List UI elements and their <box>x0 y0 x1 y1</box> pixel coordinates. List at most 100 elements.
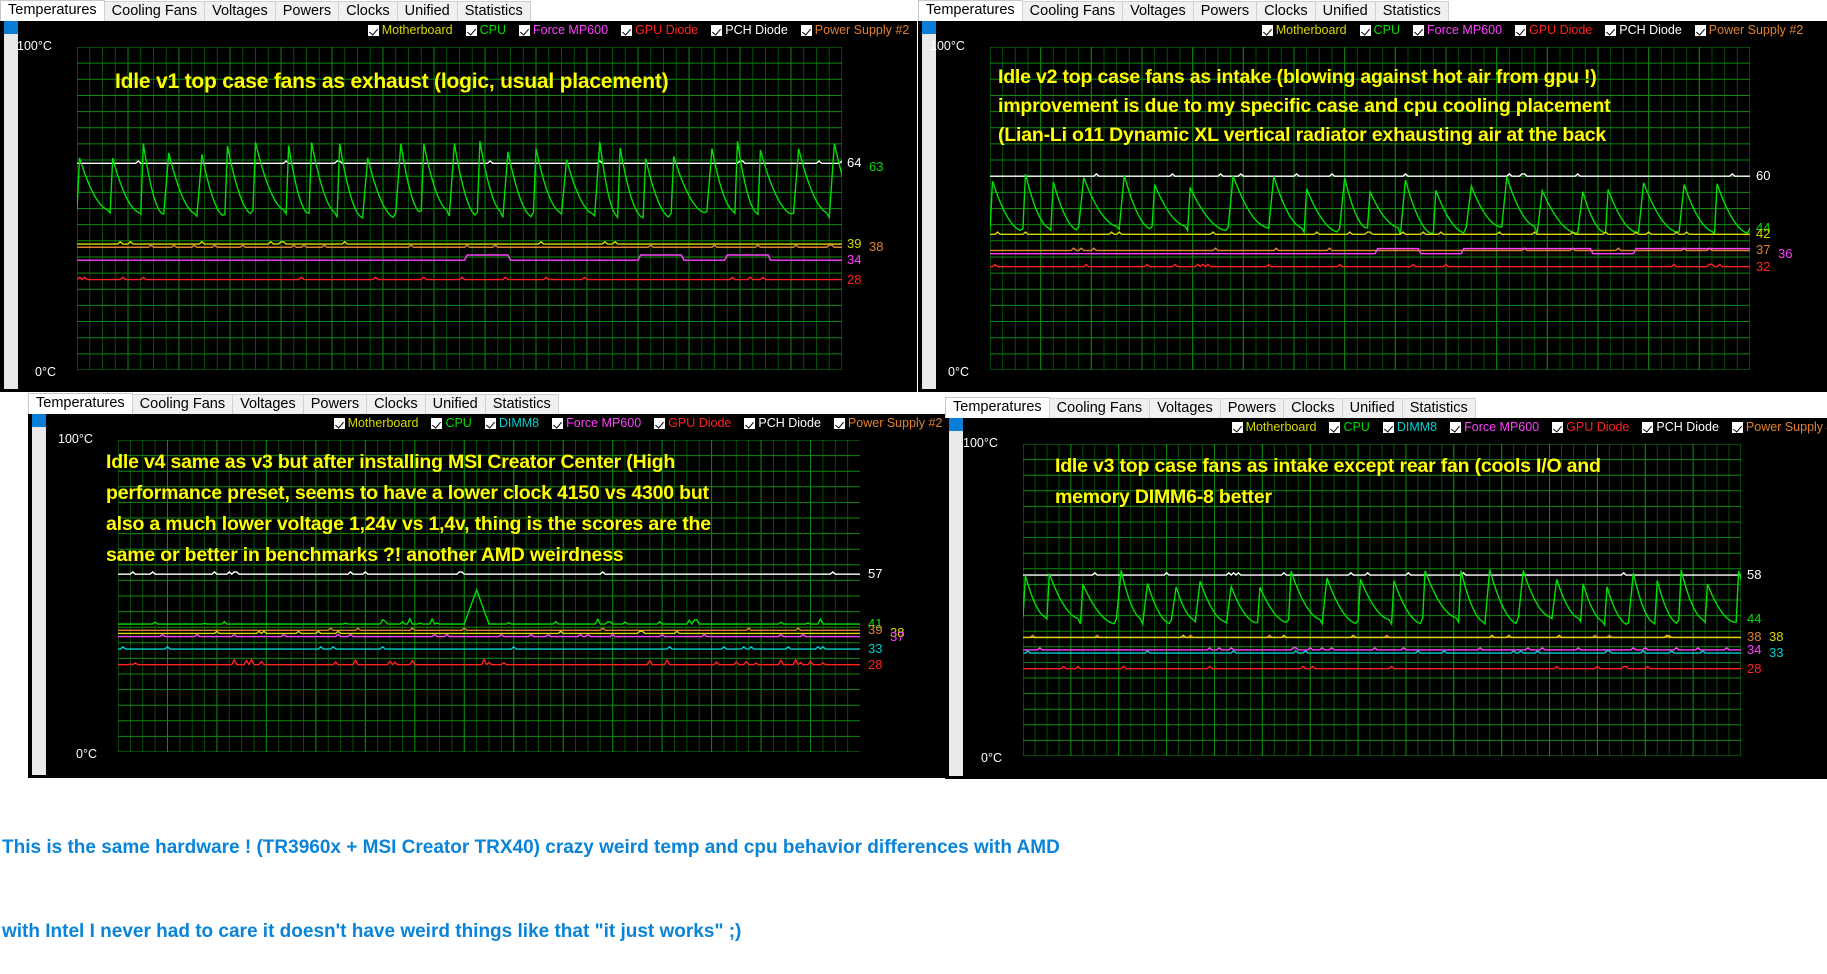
legend-item-force-mp600[interactable]: Force MP600 <box>552 416 641 430</box>
legend-item-gpu-diode[interactable]: GPU Diode <box>1552 420 1629 434</box>
tab-powers[interactable]: Powers <box>1192 1 1258 22</box>
checkbox-icon[interactable] <box>1359 24 1371 36</box>
plot-canvas-v2[interactable] <box>990 47 1750 370</box>
checkbox-icon[interactable] <box>552 417 564 429</box>
legend-item-motherboard[interactable]: Motherboard <box>367 23 453 37</box>
tab-clocks[interactable]: Clocks <box>338 1 398 22</box>
legend-item-pch-diode[interactable]: PCH Diode <box>711 23 788 37</box>
checkbox-icon[interactable] <box>1329 421 1341 433</box>
tab-powers[interactable]: Powers <box>1219 398 1285 419</box>
scrollbar-track-v3[interactable] <box>949 431 963 776</box>
checkbox-icon[interactable] <box>711 24 723 36</box>
tab-cooling-fans[interactable]: Cooling Fans <box>103 1 206 22</box>
checkbox-icon[interactable] <box>518 24 530 36</box>
plot-canvas-v1[interactable] <box>77 47 842 370</box>
checkbox-icon[interactable] <box>1642 421 1654 433</box>
tab-clocks[interactable]: Clocks <box>1256 1 1316 22</box>
checkbox-icon[interactable] <box>800 24 812 36</box>
tab-voltages[interactable]: Voltages <box>1122 1 1194 22</box>
tab-temperatures[interactable]: Temperatures <box>28 393 133 415</box>
legend-item-cpu[interactable]: CPU <box>1329 420 1370 434</box>
legend-item-pch-diode[interactable]: PCH Diode <box>1605 23 1682 37</box>
checkbox-icon[interactable] <box>833 417 845 429</box>
tab-temperatures[interactable]: Temperatures <box>0 0 105 22</box>
plot-canvas-v4[interactable] <box>118 440 860 752</box>
checkbox-icon[interactable] <box>1605 24 1617 36</box>
checkbox-icon[interactable] <box>431 417 443 429</box>
value-labels-v1: 64 63 39 38 34 28 <box>845 47 915 370</box>
legend-item-power-supply-2[interactable]: Power Supply #2 <box>1731 420 1827 434</box>
legend-item-power-supply-2[interactable]: Power Supply #2 <box>800 23 909 37</box>
tab-powers[interactable]: Powers <box>302 394 368 415</box>
checkbox-icon[interactable] <box>744 417 756 429</box>
checkbox-icon[interactable] <box>1552 421 1564 433</box>
checkbox-icon[interactable] <box>465 24 477 36</box>
checkbox-icon[interactable] <box>333 417 345 429</box>
tab-voltages[interactable]: Voltages <box>232 394 304 415</box>
tab-clocks[interactable]: Clocks <box>1283 398 1343 419</box>
legend-label: GPU Diode <box>1529 23 1593 37</box>
checkbox-icon[interactable] <box>484 417 496 429</box>
legend-item-dimm8[interactable]: DIMM8 <box>1382 420 1437 434</box>
legend-label: DIMM8 <box>498 416 540 430</box>
checkbox-icon[interactable] <box>1694 24 1706 36</box>
plot-canvas-v3[interactable] <box>1023 444 1741 756</box>
tab-temperatures[interactable]: Temperatures <box>918 0 1023 22</box>
value-label-pch-diode: 64 <box>847 155 862 171</box>
checkbox-icon[interactable] <box>367 24 379 36</box>
legend-item-cpu[interactable]: CPU <box>1359 23 1400 37</box>
scrollbar-thumb-v1[interactable] <box>4 21 18 34</box>
legend-item-power-supply-2[interactable]: Power Supply #2 <box>833 416 942 430</box>
legend-item-gpu-diode[interactable]: GPU Diode <box>654 416 731 430</box>
tab-unified[interactable]: Unified <box>1314 1 1376 22</box>
legend-label: Force MP600 <box>1464 420 1540 434</box>
y-axis-top-label-v1: 100°C <box>17 39 52 53</box>
scrollbar-track-v4[interactable] <box>32 427 46 775</box>
tab-statistics[interactable]: Statistics <box>1401 398 1476 419</box>
tab-powers[interactable]: Powers <box>274 1 340 22</box>
tab-unified[interactable]: Unified <box>396 1 458 22</box>
legend-item-power-supply-2[interactable]: Power Supply #2 <box>1694 23 1803 37</box>
legend-item-cpu[interactable]: CPU <box>431 416 472 430</box>
tab-statistics[interactable]: Statistics <box>484 394 559 415</box>
checkbox-icon[interactable] <box>1261 24 1273 36</box>
legend-item-motherboard[interactable]: Motherboard <box>333 416 418 430</box>
checkbox-icon[interactable] <box>654 417 666 429</box>
y-axis-top-label-v2: 100°C <box>930 39 965 53</box>
tab-unified[interactable]: Unified <box>424 394 486 415</box>
tab-statistics[interactable]: Statistics <box>1374 1 1449 22</box>
legend-item-force-mp600[interactable]: Force MP600 <box>1412 23 1502 37</box>
tab-voltages[interactable]: Voltages <box>1149 398 1221 419</box>
checkbox-icon[interactable] <box>1515 24 1527 36</box>
checkbox-icon[interactable] <box>1382 421 1394 433</box>
tab-cooling-fans[interactable]: Cooling Fans <box>1048 398 1151 419</box>
tab-temperatures[interactable]: Temperatures <box>945 397 1050 419</box>
legend-item-gpu-diode[interactable]: GPU Diode <box>1515 23 1592 37</box>
scrollbar-track-v1[interactable] <box>4 34 18 389</box>
legend-item-cpu[interactable]: CPU <box>465 23 506 37</box>
tab-clocks[interactable]: Clocks <box>366 394 426 415</box>
tab-unified[interactable]: Unified <box>1341 398 1403 419</box>
legend-item-gpu-diode[interactable]: GPU Diode <box>621 23 698 37</box>
checkbox-icon[interactable] <box>621 24 633 36</box>
value-label-gpu-diode: 32 <box>1756 258 1771 274</box>
tab-cooling-fans[interactable]: Cooling Fans <box>1021 1 1124 22</box>
checkbox-icon[interactable] <box>1731 421 1743 433</box>
legend-item-dimm8[interactable]: DIMM8 <box>484 416 540 430</box>
checkbox-icon[interactable] <box>1412 24 1424 36</box>
scrollbar-thumb-v2[interactable] <box>922 21 936 34</box>
scrollbar-thumb-v3[interactable] <box>949 418 963 431</box>
legend-item-pch-diode[interactable]: PCH Diode <box>1642 420 1719 434</box>
legend-item-motherboard[interactable]: Motherboard <box>1261 23 1347 37</box>
legend-item-motherboard[interactable]: Motherboard <box>1231 420 1316 434</box>
legend-item-force-mp600[interactable]: Force MP600 <box>518 23 608 37</box>
legend-item-force-mp600[interactable]: Force MP600 <box>1450 420 1539 434</box>
tab-voltages[interactable]: Voltages <box>204 1 276 22</box>
tab-statistics[interactable]: Statistics <box>456 1 531 22</box>
legend-item-pch-diode[interactable]: PCH Diode <box>744 416 821 430</box>
checkbox-icon[interactable] <box>1231 421 1243 433</box>
tab-cooling-fans[interactable]: Cooling Fans <box>131 394 234 415</box>
scrollbar-thumb-v4[interactable] <box>32 414 46 427</box>
checkbox-icon[interactable] <box>1450 421 1462 433</box>
scrollbar-track-v2[interactable] <box>922 34 936 389</box>
